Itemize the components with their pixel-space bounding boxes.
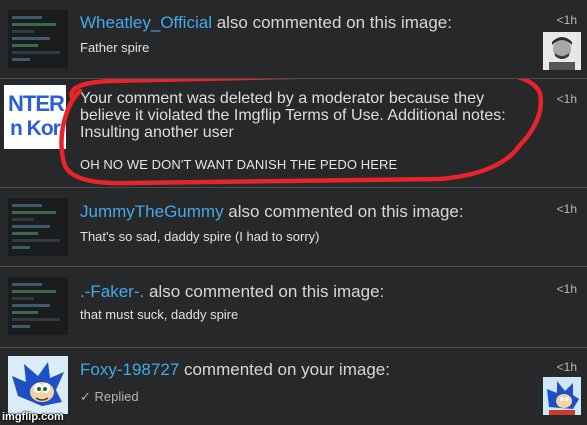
image-thumbnail[interactable] bbox=[8, 356, 68, 414]
notification-headline: Wheatley_Official also commented on this… bbox=[80, 13, 452, 33]
notification-item-moderation[interactable]: NTER n Kor Your comment was deleted by a… bbox=[0, 79, 587, 188]
image-thumbnail[interactable] bbox=[8, 277, 68, 335]
imgflip-watermark: imgflip.com bbox=[2, 411, 64, 423]
notification-action-text: also commented on this image: bbox=[211, 13, 452, 32]
highlight-circle-annotation bbox=[59, 79, 544, 186]
user-avatar[interactable] bbox=[543, 32, 581, 70]
notification-item[interactable]: Wheatley_Official also commented on this… bbox=[0, 0, 587, 79]
timestamp: <1h bbox=[556, 13, 577, 27]
notification-item[interactable]: Foxy-198727 commented on your image: ✓ R… bbox=[0, 348, 587, 425]
username-link[interactable]: .-Faker-. bbox=[80, 282, 144, 301]
timestamp: <1h bbox=[556, 360, 577, 374]
replied-label: Replied bbox=[94, 389, 139, 404]
notification-headline: JummyTheGummy also commented on this ima… bbox=[80, 202, 464, 222]
timestamp: <1h bbox=[556, 202, 577, 216]
notification-headline: .-Faker-. also commented on this image: bbox=[80, 282, 384, 302]
notification-item[interactable]: .-Faker-. also commented on this image: … bbox=[0, 267, 587, 348]
image-thumbnail[interactable] bbox=[8, 10, 68, 68]
comment-snippet: Father spire bbox=[80, 40, 150, 55]
username-link[interactable]: Foxy-198727 bbox=[80, 360, 179, 379]
user-avatar[interactable] bbox=[543, 377, 581, 415]
username-link[interactable]: Wheatley_Official bbox=[80, 13, 212, 32]
comment-snippet: That's so sad, daddy spire (I had to sor… bbox=[80, 229, 320, 244]
notification-item[interactable]: JummyTheGummy also commented on this ima… bbox=[0, 188, 587, 267]
timestamp: <1h bbox=[556, 282, 577, 296]
notification-action-text: also commented on this image: bbox=[144, 282, 385, 301]
notification-action-text: commented on your image: bbox=[179, 360, 390, 379]
comment-snippet: that must suck, daddy spire bbox=[80, 307, 239, 322]
image-thumbnail[interactable] bbox=[8, 198, 68, 256]
sonic-icon bbox=[8, 356, 68, 414]
notification-headline: Foxy-198727 commented on your image: bbox=[80, 360, 390, 380]
notification-feed: Wheatley_Official also commented on this… bbox=[0, 0, 587, 425]
username-link[interactable]: JummyTheGummy bbox=[80, 202, 224, 221]
notification-action-text: also commented on this image: bbox=[223, 202, 464, 221]
checkmark-icon: ✓ bbox=[80, 389, 91, 404]
replied-status: ✓ Replied bbox=[80, 389, 139, 405]
